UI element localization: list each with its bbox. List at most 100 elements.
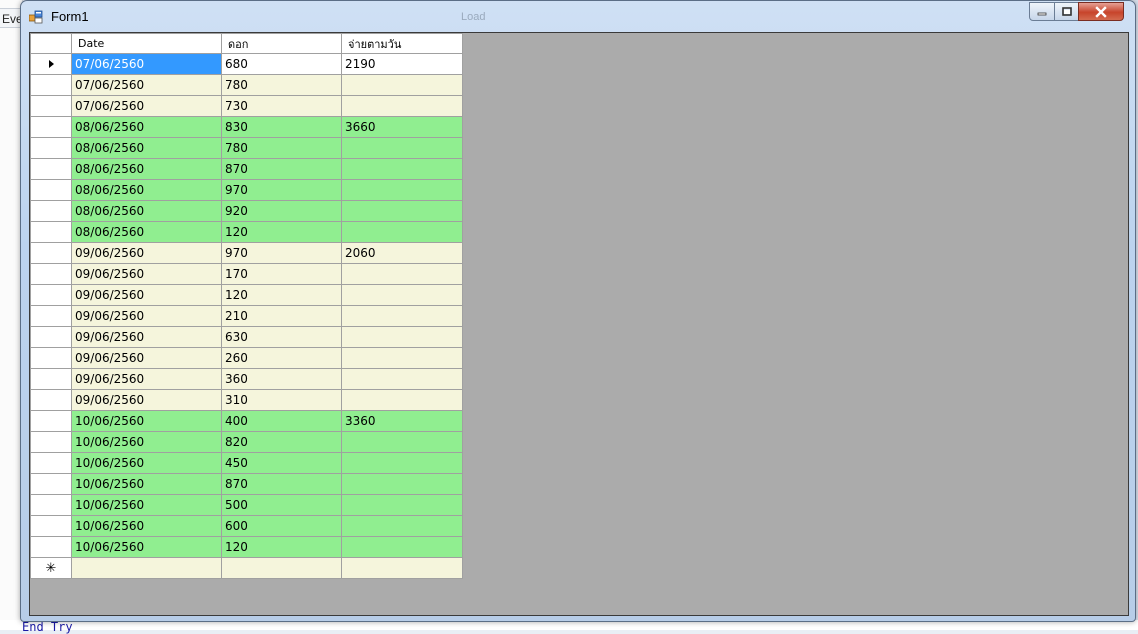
table-row[interactable]: 09/06/2560 260: [30, 347, 463, 369]
daily-payment-cell[interactable]: [341, 389, 463, 411]
row-header[interactable]: [30, 116, 72, 138]
row-header[interactable]: [30, 473, 72, 495]
row-header[interactable]: [30, 95, 72, 117]
date-cell[interactable]: 08/06/2560: [71, 158, 222, 180]
row-header[interactable]: [30, 158, 72, 180]
row-header[interactable]: [30, 389, 72, 411]
restore-button[interactable]: [1054, 2, 1079, 21]
row-header[interactable]: [30, 410, 72, 432]
date-cell[interactable]: 10/06/2560: [71, 410, 222, 432]
row-header[interactable]: [30, 368, 72, 390]
daily-payment-cell[interactable]: 3660: [341, 116, 463, 138]
interest-cell[interactable]: 870: [221, 473, 342, 495]
interest-cell[interactable]: 600: [221, 515, 342, 537]
table-row[interactable]: 08/06/2560 830 3660: [30, 116, 463, 138]
row-header[interactable]: [30, 305, 72, 327]
table-row[interactable]: 07/06/2560 780: [30, 74, 463, 96]
daily-payment-cell[interactable]: [341, 347, 463, 369]
table-row[interactable]: 10/06/2560 400 3360: [30, 410, 463, 432]
date-cell[interactable]: 08/06/2560: [71, 179, 222, 201]
daily-payment-cell[interactable]: [341, 200, 463, 222]
table-row[interactable]: 07/06/2560 680 2190: [30, 53, 463, 75]
date-cell[interactable]: 10/06/2560: [71, 431, 222, 453]
daily-payment-cell[interactable]: [341, 473, 463, 495]
grid-corner-header[interactable]: [30, 33, 72, 54]
row-header[interactable]: [30, 53, 72, 75]
daily-payment-cell[interactable]: [341, 221, 463, 243]
row-header[interactable]: [30, 494, 72, 516]
date-cell[interactable]: 09/06/2560: [71, 368, 222, 390]
date-cell[interactable]: 10/06/2560: [71, 515, 222, 537]
table-row[interactable]: 10/06/2560 870: [30, 473, 463, 495]
daily-payment-cell[interactable]: [341, 158, 463, 180]
interest-cell[interactable]: 830: [221, 116, 342, 138]
daily-payment-cell[interactable]: [341, 263, 463, 285]
daily-payment-cell[interactable]: [341, 494, 463, 516]
date-cell[interactable]: 09/06/2560: [71, 263, 222, 285]
table-row[interactable]: 08/06/2560 120: [30, 221, 463, 243]
interest-cell[interactable]: 260: [221, 347, 342, 369]
row-header[interactable]: [30, 200, 72, 222]
table-row[interactable]: 07/06/2560 730: [30, 95, 463, 117]
row-header[interactable]: [30, 242, 72, 264]
date-cell[interactable]: 09/06/2560: [71, 305, 222, 327]
interest-cell[interactable]: 360: [221, 368, 342, 390]
daily-payment-cell[interactable]: [341, 179, 463, 201]
daily-payment-cell[interactable]: [341, 536, 463, 558]
date-cell[interactable]: 09/06/2560: [71, 284, 222, 306]
daily-payment-cell[interactable]: 3360: [341, 410, 463, 432]
interest-cell[interactable]: 870: [221, 158, 342, 180]
date-cell[interactable]: 10/06/2560: [71, 494, 222, 516]
table-row[interactable]: 09/06/2560 170: [30, 263, 463, 285]
interest-cell[interactable]: 400: [221, 410, 342, 432]
table-row[interactable]: 08/06/2560 870: [30, 158, 463, 180]
column-header-date[interactable]: Date: [71, 33, 222, 54]
daily-payment-cell[interactable]: [341, 431, 463, 453]
daily-payment-cell[interactable]: [341, 557, 463, 579]
interest-cell[interactable]: 780: [221, 74, 342, 96]
date-cell[interactable]: [71, 557, 222, 579]
table-row[interactable]: 09/06/2560 970 2060: [30, 242, 463, 264]
table-row[interactable]: 09/06/2560 310: [30, 389, 463, 411]
interest-cell[interactable]: 310: [221, 389, 342, 411]
interest-cell[interactable]: 120: [221, 284, 342, 306]
column-header-daily-payment[interactable]: จ่ายตามวัน: [341, 33, 463, 54]
interest-cell[interactable]: 680: [221, 53, 342, 75]
date-cell[interactable]: 08/06/2560: [71, 137, 222, 159]
daily-payment-cell[interactable]: [341, 95, 463, 117]
row-header[interactable]: [30, 74, 72, 96]
interest-cell[interactable]: 970: [221, 242, 342, 264]
table-row[interactable]: 10/06/2560 820: [30, 431, 463, 453]
daily-payment-cell[interactable]: 2060: [341, 242, 463, 264]
row-header[interactable]: [30, 536, 72, 558]
daily-payment-cell[interactable]: [341, 305, 463, 327]
table-row[interactable]: 08/06/2560 920: [30, 200, 463, 222]
daily-payment-cell[interactable]: [341, 284, 463, 306]
date-cell[interactable]: 09/06/2560: [71, 326, 222, 348]
table-row[interactable]: 09/06/2560 120: [30, 284, 463, 306]
table-row[interactable]: 09/06/2560 210: [30, 305, 463, 327]
date-cell[interactable]: 08/06/2560: [71, 200, 222, 222]
row-header[interactable]: [30, 137, 72, 159]
daily-payment-cell[interactable]: 2190: [341, 53, 463, 75]
row-header[interactable]: ✳: [30, 557, 72, 579]
date-cell[interactable]: 07/06/2560: [71, 74, 222, 96]
row-header[interactable]: [30, 326, 72, 348]
interest-cell[interactable]: 450: [221, 452, 342, 474]
interest-cell[interactable]: 120: [221, 221, 342, 243]
row-header[interactable]: [30, 179, 72, 201]
interest-cell[interactable]: [221, 557, 342, 579]
close-button[interactable]: [1078, 2, 1124, 21]
row-header[interactable]: [30, 431, 72, 453]
date-cell[interactable]: 08/06/2560: [71, 116, 222, 138]
interest-cell[interactable]: 500: [221, 494, 342, 516]
date-cell[interactable]: 09/06/2560: [71, 242, 222, 264]
interest-cell[interactable]: 920: [221, 200, 342, 222]
interest-cell[interactable]: 630: [221, 326, 342, 348]
date-cell[interactable]: 10/06/2560: [71, 536, 222, 558]
interest-cell[interactable]: 170: [221, 263, 342, 285]
row-header[interactable]: [30, 221, 72, 243]
new-row[interactable]: ✳: [30, 557, 463, 579]
table-row[interactable]: 10/06/2560 120: [30, 536, 463, 558]
table-row[interactable]: 09/06/2560 630: [30, 326, 463, 348]
